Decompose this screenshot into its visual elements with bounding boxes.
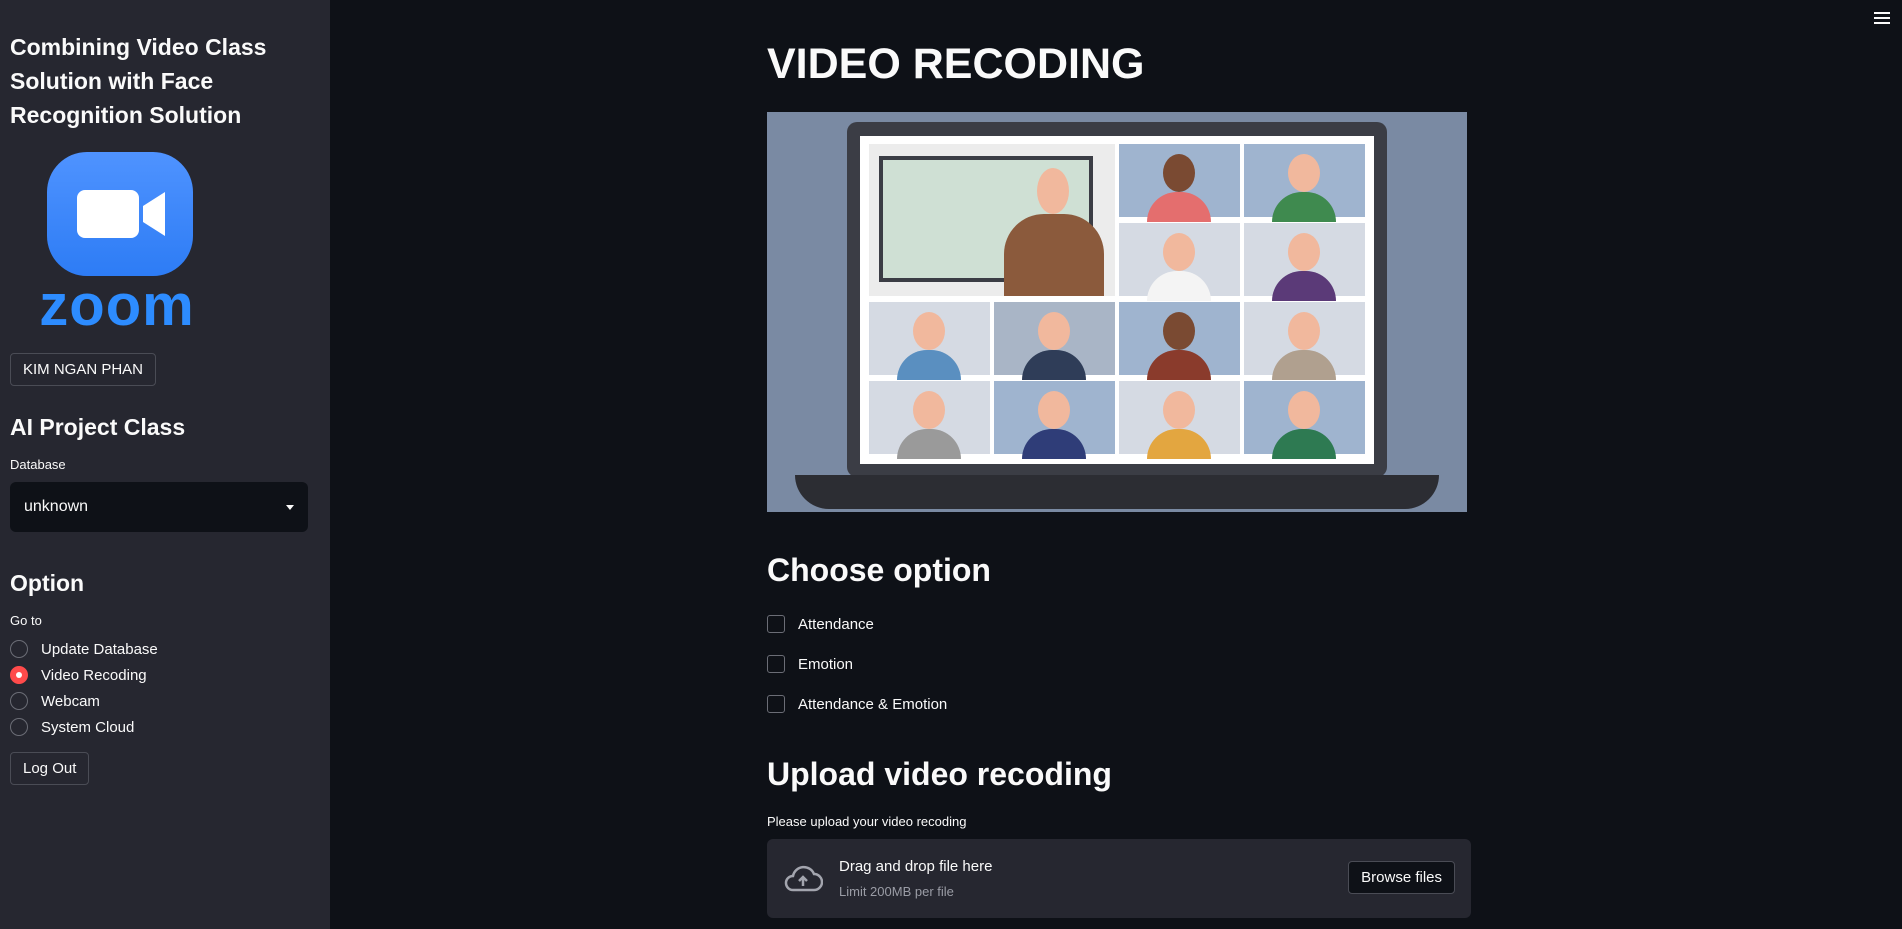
file-dropzone[interactable]: Drag and drop file here Limit 200MB per …	[767, 839, 1471, 918]
radio-update-database[interactable]: Update Database	[10, 636, 320, 662]
radio-circle[interactable]	[10, 718, 28, 736]
database-select[interactable]: unknown	[10, 482, 308, 532]
goto-radio-group: Update Database Video Recoding Webcam Sy…	[10, 636, 320, 740]
checkbox-box[interactable]	[767, 615, 785, 633]
dropzone-title: Drag and drop file here	[839, 858, 993, 875]
radio-circle-selected[interactable]	[10, 666, 28, 684]
page-title: VIDEO RECODING	[767, 40, 1145, 88]
radio-video-recoding[interactable]: Video Recoding	[10, 662, 320, 688]
project-heading: AI Project Class	[10, 414, 186, 440]
teacher-board-illustration	[869, 144, 1115, 296]
checkbox-box[interactable]	[767, 695, 785, 713]
zoom-logo-badge	[47, 152, 193, 276]
sidebar: Combining Video Class Solution with Face…	[0, 0, 330, 929]
option-checkboxes: Attendance Emotion Attendance & Emotion	[767, 604, 1477, 724]
dropzone-limit: Limit 200MB per file	[839, 884, 954, 899]
checkbox-attendance-emotion[interactable]: Attendance & Emotion	[767, 684, 1477, 724]
user-button[interactable]: KIM NGAN PHAN	[10, 353, 157, 386]
laptop-base	[795, 475, 1439, 509]
database-select-value: unknown	[24, 498, 89, 515]
choose-option-heading: Choose option	[767, 552, 991, 588]
app-title: Combining Video Class Solution with Face…	[10, 34, 267, 128]
option-heading: Option	[10, 570, 85, 596]
checkbox-box[interactable]	[767, 655, 785, 673]
online-class-illustration	[767, 112, 1467, 512]
radio-webcam[interactable]: Webcam	[10, 688, 320, 714]
laptop-illustration	[847, 122, 1387, 477]
browse-files-button[interactable]: Browse files	[1348, 861, 1455, 894]
radio-label: Video Recoding	[41, 666, 147, 684]
upload-heading: Upload video recoding	[767, 756, 1112, 792]
checkbox-label: Emotion	[798, 655, 854, 673]
logout-button[interactable]: Log Out	[10, 752, 90, 785]
checkbox-emotion[interactable]: Emotion	[767, 644, 1477, 684]
checkbox-label: Attendance	[798, 615, 874, 633]
radio-label: Webcam	[41, 692, 100, 710]
upload-label: Please upload your video recoding	[767, 814, 967, 829]
checkbox-attendance[interactable]: Attendance	[767, 604, 1477, 644]
zoom-logo: zoom	[22, 152, 212, 338]
hamburger-menu-icon[interactable]	[1874, 12, 1890, 26]
goto-label: Go to	[10, 613, 42, 628]
main-content: VIDEO RECODING Choose option Attendance …	[767, 0, 1477, 918]
database-label: Database	[10, 457, 66, 472]
radio-system-cloud[interactable]: System Cloud	[10, 714, 320, 740]
radio-label: Update Database	[41, 640, 158, 658]
radio-circle[interactable]	[10, 692, 28, 710]
cloud-upload-icon	[784, 865, 823, 891]
zoom-logo-text: zoom	[39, 273, 195, 338]
checkbox-label: Attendance & Emotion	[798, 695, 948, 713]
radio-label: System Cloud	[41, 718, 135, 736]
video-camera-icon	[77, 190, 165, 238]
radio-circle[interactable]	[10, 640, 28, 658]
chevron-down-icon	[286, 504, 294, 510]
